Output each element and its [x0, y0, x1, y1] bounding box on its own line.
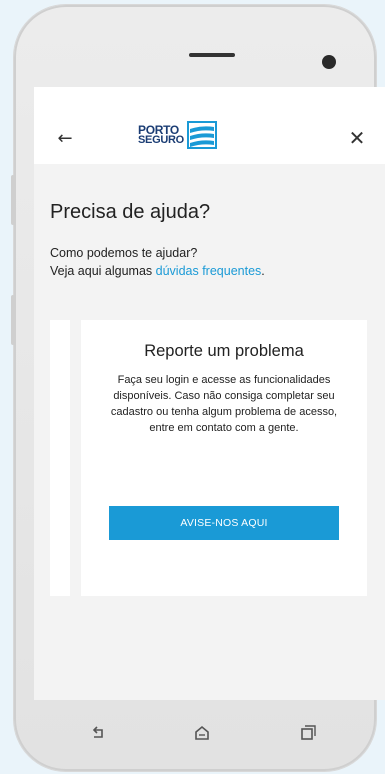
arrow-left-icon[interactable]: ← [54, 128, 76, 149]
page-title: Precisa de ajuda? [50, 201, 211, 223]
close-icon[interactable]: ✕ [346, 126, 368, 150]
previous-card-peek[interactable] [50, 320, 70, 596]
card-description: Faça seu login e acesse as funcionalidad… [110, 374, 338, 434]
back-icon[interactable] [87, 722, 109, 744]
notify-us-button[interactable]: AVISE-NOS AQUI [109, 506, 339, 540]
card-title: Reporte um problema [144, 342, 304, 360]
recents-icon[interactable] [296, 722, 318, 744]
home-icon[interactable] [191, 722, 213, 744]
faq-link[interactable]: dúvidas frequentes [156, 264, 262, 278]
report-problem-card: Reporte um problema Faça seu login e ace… [81, 320, 367, 596]
volume-button [11, 175, 15, 225]
logo-mark-icon [186, 121, 217, 149]
power-button [11, 295, 15, 345]
intro-line-2-suffix: . [261, 264, 265, 278]
speaker-grille [189, 53, 235, 57]
android-nav-bar [34, 700, 350, 766]
intro-line-2: Veja aqui algumas dúvidas frequentes. [50, 262, 380, 280]
app-screen: ← PORTO SEGURO ✕ Precisa de ajuda? Como … [34, 87, 385, 700]
logo-wordmark: PORTO SEGURO [138, 124, 184, 146]
intro-line-2-prefix: Veja aqui algumas [50, 264, 156, 278]
front-camera [322, 55, 336, 69]
logo-line-2: SEGURO [138, 134, 184, 146]
porto-seguro-logo: PORTO SEGURO [138, 120, 217, 150]
intro-text: Como podemos te ajudar? Veja aqui alguma… [50, 244, 380, 280]
app-bar: ← PORTO SEGURO ✕ [34, 87, 385, 164]
intro-line-1: Como podemos te ajudar? [50, 246, 198, 260]
